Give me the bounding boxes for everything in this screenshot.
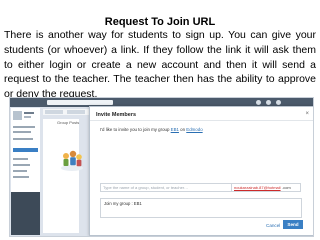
people-illustration-icon — [61, 150, 83, 171]
cancel-button[interactable]: Cancel — [266, 223, 280, 228]
service-link[interactable]: Edmodo — [186, 127, 202, 132]
sidebar-dark-panel — [11, 192, 40, 235]
group-panel — [43, 119, 79, 233]
sidebar-group-item[interactable] — [13, 138, 33, 140]
group-posts-label: Group Posts — [57, 120, 80, 125]
recipient-search-input[interactable]: Type the name of a group, student, or te… — [100, 183, 232, 192]
tab-item[interactable] — [67, 110, 85, 114]
group-link[interactable]: EB1 — [171, 127, 179, 132]
app-screenshot: Group Posts Invite Members × I'd like to… — [9, 97, 314, 237]
sidebar-name — [24, 112, 34, 114]
sidebar-link[interactable] — [13, 164, 30, 166]
avatar — [13, 111, 22, 120]
recipient-email: noukarzainab.87@hotmail — [234, 185, 281, 190]
top-search-box[interactable] — [47, 100, 113, 105]
sidebar-group-item[interactable] — [13, 126, 35, 128]
sidebar-link[interactable] — [13, 176, 29, 178]
invite-note-textarea[interactable]: Join my group : EB1 — [100, 198, 302, 218]
close-icon[interactable]: × — [305, 111, 309, 117]
dialog-divider — [90, 120, 313, 121]
notification-icon[interactable] — [256, 100, 261, 105]
invite-message: I'd like to invite you to join my group … — [100, 127, 203, 132]
note-text: Join my group : EB1 — [104, 201, 142, 206]
message-prefix: I'd like to invite you to join my group — [100, 127, 171, 132]
sidebar-link[interactable] — [13, 158, 28, 160]
sidebar-subtitle — [24, 116, 31, 118]
tab-item[interactable] — [45, 110, 63, 114]
sidebar-group-item[interactable] — [13, 131, 31, 133]
left-sidebar — [11, 108, 40, 235]
recipient-domain: .com — [282, 185, 291, 190]
sidebar-join-button[interactable] — [13, 148, 38, 152]
slide-paragraph: There is another way for students to sig… — [4, 29, 316, 101]
invite-members-dialog: Invite Members × I'd like to invite you … — [89, 106, 313, 236]
send-button[interactable]: Send — [283, 220, 303, 229]
sidebar-link[interactable] — [13, 170, 27, 172]
user-icon[interactable] — [276, 100, 281, 105]
dialog-title: Invite Members — [96, 112, 137, 118]
search-placeholder: Type the name of a group, student, or te… — [103, 185, 189, 190]
message-icon[interactable] — [266, 100, 271, 105]
recipient-email-field[interactable]: noukarzainab.87@hotmail .com — [231, 183, 301, 192]
